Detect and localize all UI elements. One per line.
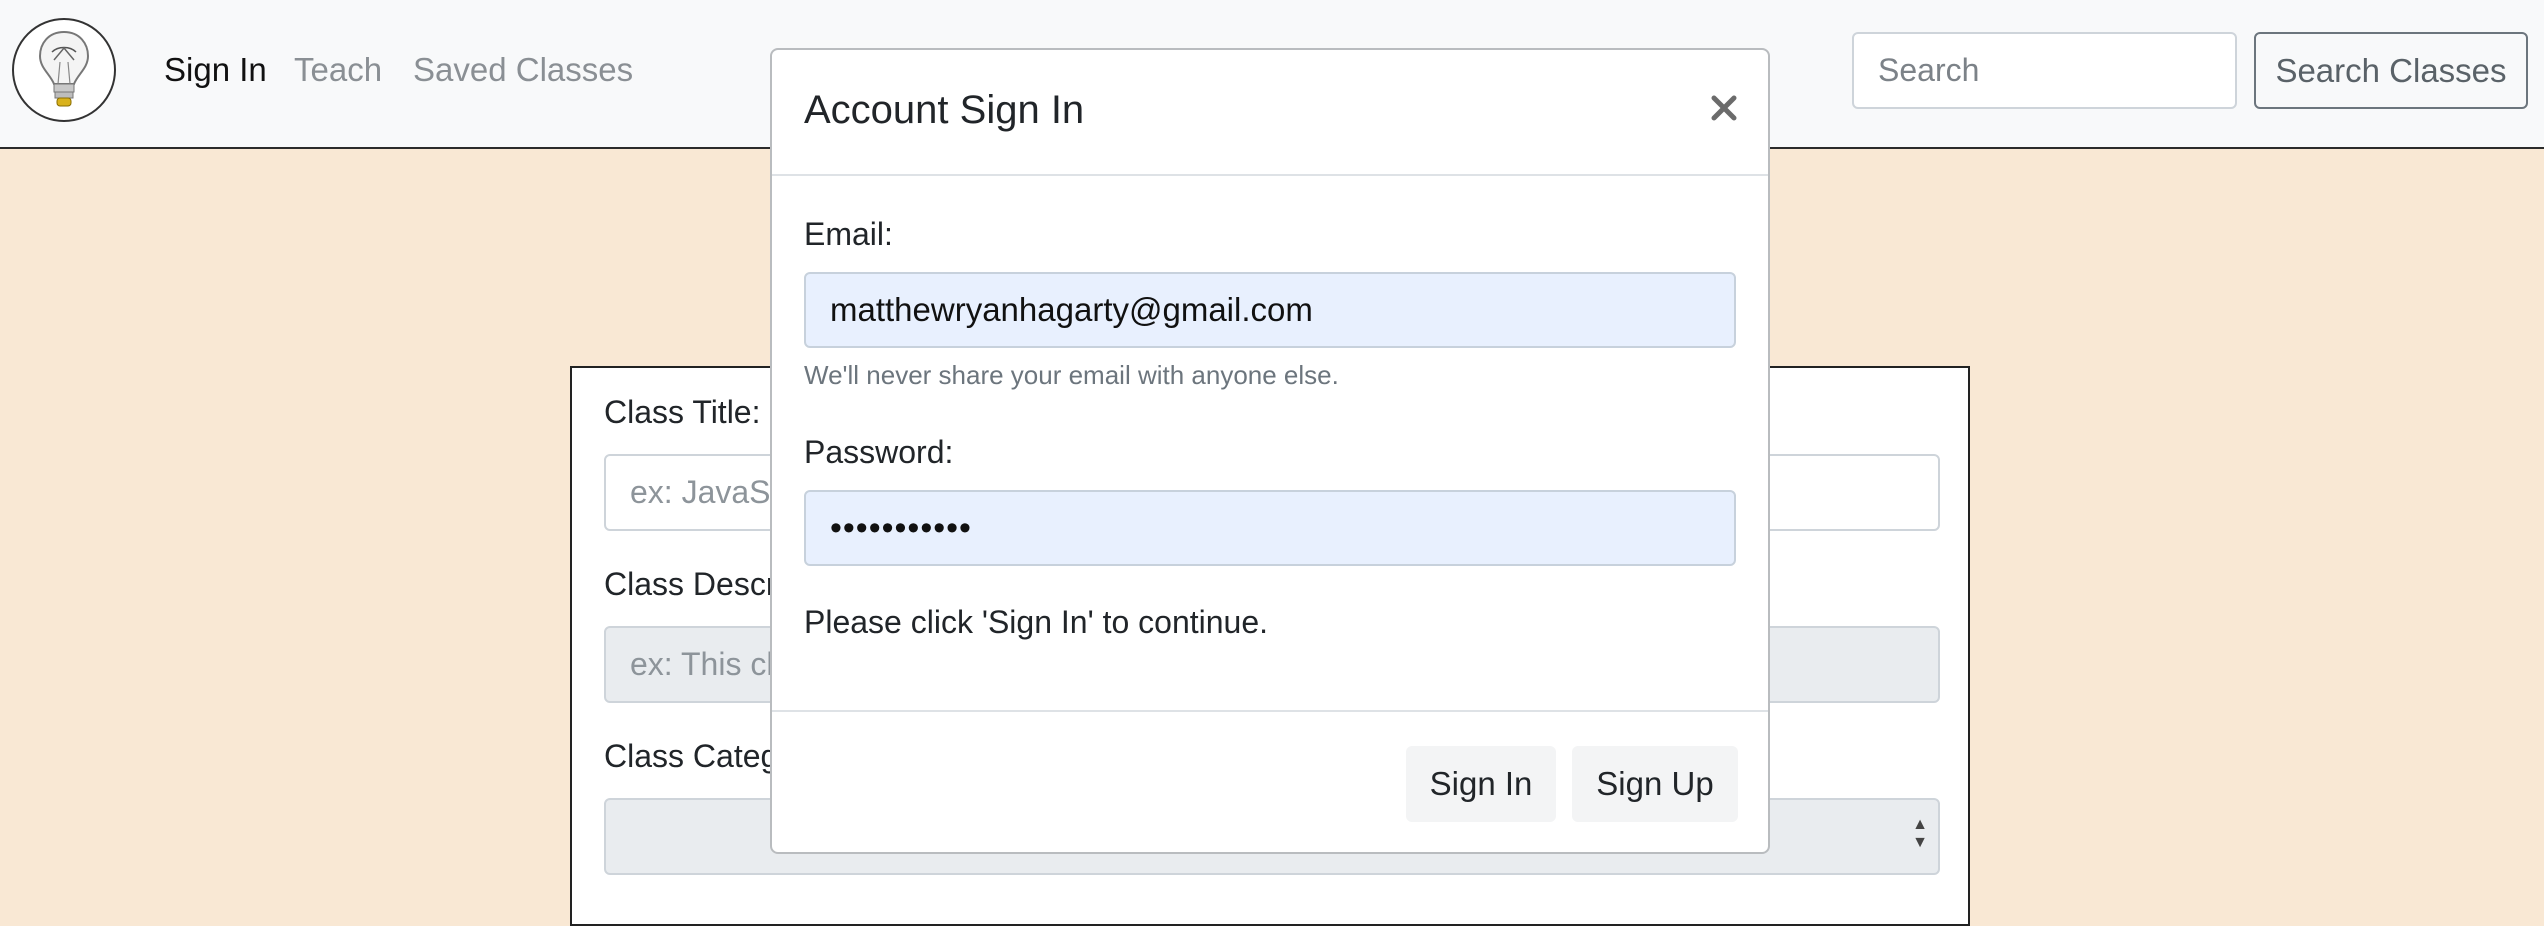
class-category-label: Class Categ: [604, 738, 779, 774]
select-arrows-icon: ▲ ▼: [1912, 816, 1928, 851]
class-description-placeholder: ex: This cl: [630, 646, 774, 682]
class-title-placeholder: ex: JavaSc: [630, 474, 787, 510]
email-field[interactable]: matthewryanhagarty@gmail.com: [804, 272, 1736, 348]
class-title-label: Class Title:: [604, 394, 761, 430]
email-value: matthewryanhagarty@gmail.com: [830, 291, 1313, 328]
sign-in-status: Please click 'Sign In' to continue.: [804, 604, 1269, 640]
nav-teach[interactable]: Teach: [294, 48, 382, 92]
lightbulb-icon[interactable]: [12, 18, 116, 122]
sign-in-modal: Account Sign In Email: matthewryanhagart…: [770, 48, 1770, 854]
email-label: Email:: [804, 216, 893, 252]
modal-title: Account Sign In: [804, 88, 1085, 132]
sign-up-button[interactable]: Sign Up: [1572, 746, 1738, 822]
password-field[interactable]: •••••••••••: [804, 490, 1736, 566]
password-masked-value: •••••••••••: [830, 508, 972, 547]
search-classes-button[interactable]: Search Classes: [2254, 32, 2528, 109]
modal-footer-divider: [772, 710, 1768, 712]
nav-sign-in[interactable]: Sign In: [164, 48, 267, 92]
sign-in-button[interactable]: Sign In: [1406, 746, 1556, 822]
modal-header: Account Sign In: [772, 50, 1768, 176]
close-icon[interactable]: [1704, 88, 1744, 128]
class-description-label: Class Descr: [604, 566, 777, 602]
nav-saved-classes[interactable]: Saved Classes: [413, 48, 633, 92]
password-label: Password:: [804, 434, 954, 470]
search-input[interactable]: [1852, 32, 2237, 109]
email-help-text: We'll never share your email with anyone…: [804, 360, 1339, 390]
